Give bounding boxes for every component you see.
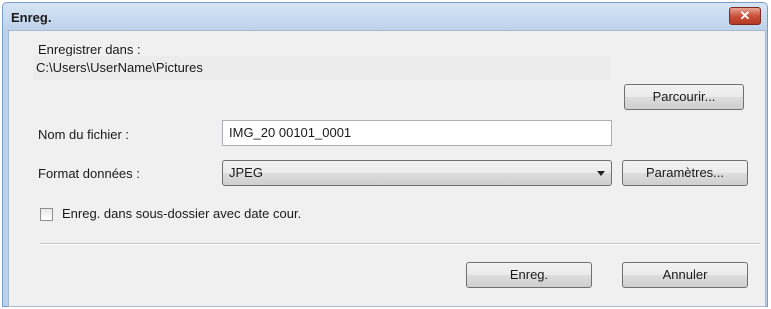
save-button[interactable]: Enreg. — [466, 262, 592, 288]
settings-button[interactable]: Paramètres... — [622, 160, 748, 186]
data-format-value: JPEG — [229, 165, 263, 180]
file-name-input[interactable]: IMG_20 00101_0001 — [222, 120, 612, 146]
dialog-title: Enreg. — [11, 10, 52, 25]
close-icon: ✕ — [739, 8, 751, 23]
chevron-down-icon — [597, 171, 605, 176]
save-path: C:\Users\UserName\Pictures — [34, 56, 610, 80]
browse-button[interactable]: Parcourir... — [624, 84, 744, 110]
data-format-label: Format données : — [38, 166, 140, 181]
divider — [40, 243, 760, 245]
cancel-button[interactable]: Annuler — [622, 262, 748, 288]
data-format-select[interactable]: JPEG — [222, 160, 612, 186]
save-in-label: Enregistrer dans : — [38, 42, 141, 57]
subfolder-checkbox[interactable] — [40, 208, 53, 221]
subfolder-label[interactable]: Enreg. dans sous-dossier avec date cour. — [62, 206, 301, 221]
close-button[interactable]: ✕ — [729, 7, 761, 25]
title-bar: Enreg. ✕ — [3, 3, 767, 31]
file-name-label: Nom du fichier : — [38, 127, 130, 142]
